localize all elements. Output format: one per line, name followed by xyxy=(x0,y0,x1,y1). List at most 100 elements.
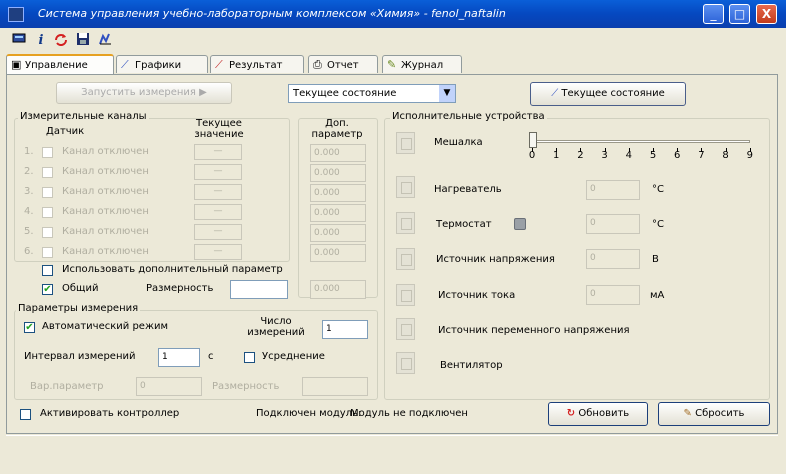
heater-input[interactable]: 0 xyxy=(586,180,640,200)
channel-extra-input[interactable]: 0.000 xyxy=(310,204,366,222)
dimension-label: Размерность xyxy=(146,283,214,294)
play-icon: ▶ xyxy=(199,87,207,98)
channel-extra-input[interactable]: 0.000 xyxy=(310,144,366,162)
voltage-toggle-icon[interactable] xyxy=(396,248,415,270)
count-input[interactable]: 1 xyxy=(322,320,368,339)
start-measure-label: Запустить измерения xyxy=(81,87,196,98)
mixer-tick-label: 6 xyxy=(674,150,681,161)
tab-graphs-label: Графики xyxy=(135,60,182,71)
refresh-icon[interactable] xyxy=(52,32,70,50)
tab-journal-label: Журнал xyxy=(401,60,444,71)
tab-result-label: Результат xyxy=(229,60,283,71)
common-checkbox[interactable]: ✔ xyxy=(42,284,53,295)
channel-name: Канал отключен xyxy=(62,246,149,257)
control-tab-icon: ▣ xyxy=(11,58,22,71)
thermostat-input[interactable]: 0 xyxy=(586,214,640,234)
ac-toggle-icon[interactable] xyxy=(396,318,415,340)
device-icon[interactable] xyxy=(10,32,28,50)
current-value-column-header: Текущее значение xyxy=(194,118,244,140)
fan-toggle-icon[interactable] xyxy=(396,352,415,374)
current-state-button-label: Текущее состояние xyxy=(561,88,665,99)
tab-result[interactable]: ⟋ Результат xyxy=(210,55,304,73)
channel-extra-input[interactable]: 0.000 xyxy=(310,164,366,182)
tab-control[interactable]: ▣ Управление xyxy=(6,54,114,74)
channel-current-value: — xyxy=(194,244,242,260)
thermostat-unit: °C xyxy=(652,219,664,230)
channel-name: Канал отключен xyxy=(62,186,149,197)
mixer-tick-label: 8 xyxy=(722,150,729,161)
channel-checkbox[interactable] xyxy=(42,207,53,218)
measure-params-title: Параметры измерения xyxy=(16,303,141,314)
voltage-input[interactable]: 0 xyxy=(586,249,640,269)
dimension-input[interactable] xyxy=(230,280,288,299)
thermostat-label: Термостат xyxy=(436,219,492,230)
mixer-tick-label: 3 xyxy=(601,150,608,161)
auto-mode-checkbox[interactable]: ✔ xyxy=(24,322,35,333)
activate-controller-checkbox[interactable] xyxy=(20,409,31,420)
thermostat-indicator-icon xyxy=(514,218,526,230)
mixer-tick-label: 9 xyxy=(746,150,753,161)
start-measure-button[interactable]: Запустить измерения ▶ xyxy=(56,82,232,104)
mixer-tick-label: 5 xyxy=(649,150,657,161)
heater-unit: °C xyxy=(652,184,664,195)
refresh-button[interactable]: ↻ Обновить xyxy=(548,402,648,426)
mixer-tick-label: 1 xyxy=(553,150,560,161)
channel-extra-input[interactable]: 0.000 xyxy=(310,244,366,262)
activate-controller-label: Активировать контроллер xyxy=(40,408,180,419)
mixer-slider-thumb[interactable] xyxy=(529,132,537,148)
close-button[interactable]: X xyxy=(756,4,777,24)
maximize-button[interactable]: □ xyxy=(729,4,750,24)
reset-button[interactable]: ✎ Сбросить xyxy=(658,402,770,426)
channel-checkbox[interactable] xyxy=(42,147,53,158)
channel-number: 4. xyxy=(24,206,34,217)
tab-report[interactable]: ⎙ Отчет xyxy=(308,55,378,73)
use-extra-param-checkbox[interactable] xyxy=(42,265,53,276)
current-input[interactable]: 0 xyxy=(586,285,640,305)
refresh-button-label: Обновить xyxy=(578,408,630,419)
averaging-checkbox[interactable] xyxy=(244,352,255,363)
mixer-toggle-icon[interactable] xyxy=(396,132,415,154)
voltage-unit: В xyxy=(652,254,659,265)
tab-journal[interactable]: ✎ Журнал xyxy=(382,55,462,73)
interval-input[interactable]: 1 xyxy=(158,348,200,367)
journal-tab-icon: ✎ xyxy=(387,58,397,71)
thermostat-toggle-icon[interactable] xyxy=(396,212,415,234)
dimension2-input[interactable] xyxy=(302,377,368,396)
heater-label: Нагреватель xyxy=(434,184,502,195)
current-state-button[interactable]: ⟋ Текущее состояние xyxy=(530,82,686,106)
current-toggle-icon[interactable] xyxy=(396,284,415,306)
heater-toggle-icon[interactable] xyxy=(396,176,415,198)
channels-group-title: Измерительные каналы xyxy=(18,111,149,122)
state-select[interactable]: Текущее состояние ▼ xyxy=(288,84,456,103)
mixer-tick-label: 4 xyxy=(625,150,632,161)
current-label: Источник тока xyxy=(438,290,516,301)
channel-checkbox[interactable] xyxy=(42,227,53,238)
channel-extra-input[interactable]: 0.000 xyxy=(310,224,366,242)
channel-number: 5. xyxy=(24,226,34,237)
module-label: Подключен модуль: xyxy=(256,408,362,419)
var-param-input[interactable]: 0 xyxy=(136,377,202,396)
state-select-value: Текущее состояние xyxy=(293,88,397,99)
chart-icon[interactable] xyxy=(96,32,114,50)
result-tab-icon: ⟋ xyxy=(215,58,223,71)
tab-graphs[interactable]: ⟋ Графики xyxy=(116,55,208,73)
tab-report-label: Отчет xyxy=(327,60,359,71)
mixer-tick-label: 2 xyxy=(577,150,584,161)
printer-icon: ⎙ xyxy=(313,58,322,71)
var-param-label: Вар.параметр xyxy=(30,381,104,392)
minimize-button[interactable]: _ xyxy=(703,4,724,24)
save-icon[interactable] xyxy=(74,32,92,50)
channel-checkbox[interactable] xyxy=(42,187,53,198)
dimension2-label: Размерность xyxy=(212,381,280,392)
channel-extra-input[interactable]: 0.000 xyxy=(310,184,366,202)
title-bar: Система управления учебно-лабораторным к… xyxy=(0,0,786,28)
channel-checkbox[interactable] xyxy=(42,247,53,258)
common-extra-input[interactable]: 0.000 xyxy=(310,280,366,299)
channel-number: 2. xyxy=(24,166,34,177)
channel-checkbox[interactable] xyxy=(42,167,53,178)
mixer-slider-track[interactable] xyxy=(532,140,750,143)
info-icon[interactable]: i xyxy=(32,32,50,50)
count-label: Число измерений xyxy=(247,316,305,338)
mixer-tick-label: 0 xyxy=(528,150,536,161)
broom-icon: ✎ xyxy=(683,408,692,419)
